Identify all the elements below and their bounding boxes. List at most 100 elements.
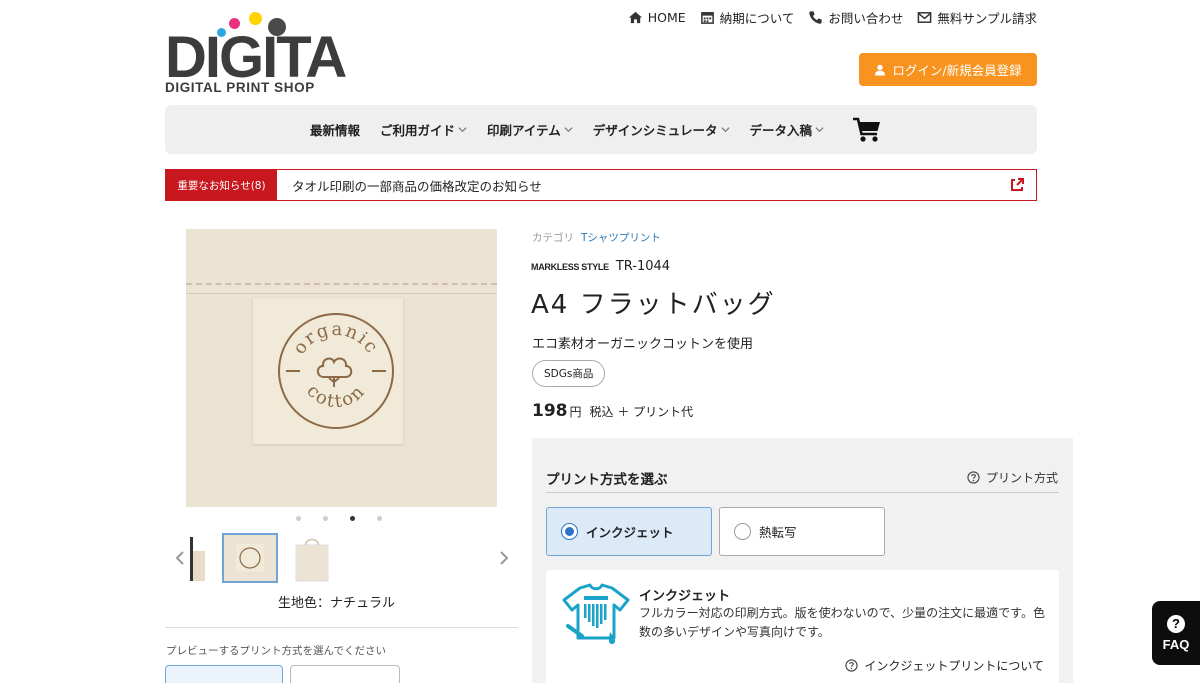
print-option-inkjet[interactable]: インクジェット (546, 507, 712, 556)
gallery-dot[interactable] (296, 516, 301, 521)
main-nav: 最新情報 ご利用ガイド 印刷アイテム デザインシミュレータ データ入稿 (165, 105, 1037, 154)
brand-name: MARKLESS STYLE (531, 262, 609, 272)
nav-guide[interactable]: ご利用ガイド (380, 120, 467, 139)
product-price: 198 円 税込 ＋ プリント代 (532, 401, 693, 421)
notice-tag: 重要なお知らせ(8) (166, 170, 277, 200)
inkjet-tshirt-icon (562, 583, 630, 644)
question-circle-icon (967, 471, 980, 484)
preview-option-heat-transfer[interactable] (290, 665, 400, 683)
bag-fold (186, 293, 497, 294)
question-circle-icon (845, 659, 858, 672)
nav-delivery[interactable]: 納期について (700, 8, 795, 26)
sdgs-badge: SDGs商品 (532, 360, 606, 387)
nav-sample[interactable]: 無料サンプル請求 (917, 8, 1037, 26)
nav-news-label: 最新情報 (309, 123, 360, 138)
nav-simulator[interactable]: デザインシミュレータ (593, 120, 730, 139)
nav-home-label: HOME (647, 9, 686, 25)
nav-data-submit[interactable]: データ入稿 (750, 120, 825, 139)
breadcrumb-category: カテゴリ Tシャツプリント (532, 230, 661, 245)
print-method-panel: プリント方式を選ぶ プリント方式 インクジェット 熱転写 インクジェット フルカ… (532, 438, 1073, 683)
panel-divider (546, 492, 1059, 493)
nav-contact-label: お問い合わせ (828, 10, 904, 26)
nav-news[interactable]: 最新情報 (310, 120, 360, 139)
thumbnail-1[interactable] (186, 533, 216, 583)
bag-side-thumb (190, 537, 205, 581)
home-icon (628, 11, 642, 23)
print-option-heat-transfer[interactable]: 熱転写 (719, 507, 885, 556)
product-title: A4 フラットバッグ (531, 290, 776, 320)
print-method-info-card: インクジェット フルカラー対応の印刷方式。版を使わないので、少量の注文に最適です… (546, 570, 1059, 683)
cart-icon[interactable] (852, 117, 882, 143)
product-code: TR-1044 (615, 259, 671, 274)
stamp-text-bottom: cotton (302, 380, 369, 412)
chevron-down-icon (721, 127, 730, 133)
logo-dot-yellow (249, 12, 262, 25)
price-value: 198 (532, 401, 568, 421)
nav-items[interactable]: 印刷アイテム (487, 120, 573, 139)
radio-selected[interactable] (561, 523, 578, 540)
nav-items-label: 印刷アイテム (486, 123, 561, 138)
print-method-help-label: プリント方式 (985, 471, 1058, 485)
print-method-help-link[interactable]: プリント方式 (967, 469, 1058, 486)
preview-option-inkjet[interactable] (165, 665, 283, 683)
chevron-right-icon[interactable] (498, 550, 510, 566)
logo-tagline: DIGITAL PRINT SHOP (165, 80, 315, 95)
faq-button[interactable]: ? FAQ (1152, 601, 1200, 665)
category-link[interactable]: Tシャツプリント (581, 230, 661, 245)
info-body: フルカラー対応の印刷方式。版を使わないので、少量の注文に最適です。色数の多いデザ… (639, 606, 1045, 639)
phone-icon (809, 10, 822, 24)
product-brand-row: MARKLESS STYLE TR-1044 (531, 259, 670, 274)
preview-method-prompt: プレビューするプリント方式を選んでください (166, 645, 386, 657)
chevron-down-icon (458, 127, 467, 133)
nav-home[interactable]: HOME (628, 8, 686, 26)
label-thumb (224, 535, 276, 581)
thumbnail-3[interactable] (288, 533, 336, 583)
notice-message[interactable]: タオル印刷の一部商品の価格改定のお知らせ (292, 176, 1009, 195)
price-note: 税込 ＋ プリント代 (589, 405, 694, 419)
nav-contact[interactable]: お問い合わせ (808, 8, 903, 26)
nav-guide-label: ご利用ガイド (379, 123, 455, 138)
utility-nav: HOME 納期について お問い合わせ 無料サンプル請求 (628, 8, 1037, 26)
login-register-label: ログイン/新規会員登録 (892, 63, 1022, 78)
login-register-button[interactable]: ログイン/新規会員登録 (859, 53, 1037, 86)
user-icon (875, 64, 886, 75)
chevron-down-icon (815, 127, 824, 133)
thumbnail-carousel (170, 530, 515, 588)
product-main-image[interactable]: organic cotton (186, 229, 497, 507)
cotton-flower-icon (316, 357, 353, 387)
gallery-dot[interactable] (377, 516, 382, 521)
bag-seam (186, 283, 497, 285)
site-logo[interactable]: DIGITA DIGITAL PRINT SHOP (165, 10, 355, 98)
print-option-heat-transfer-label: 熱転写 (759, 525, 797, 540)
organic-cotton-stamp: organic cotton (278, 313, 394, 429)
nav-data-submit-label: データ入稿 (749, 123, 813, 138)
inkjet-about-link[interactable]: インクジェットプリントについて (845, 657, 1044, 674)
thumbnail-2-selected[interactable] (222, 533, 278, 583)
bag-front-thumb (295, 538, 329, 582)
divider (165, 627, 518, 628)
print-option-inkjet-label: インクジェット (586, 525, 674, 540)
gallery-dot[interactable] (323, 516, 328, 521)
calendar-icon (700, 11, 714, 24)
price-unit: 円 (569, 405, 582, 419)
category-label: カテゴリ (532, 232, 574, 244)
chevron-down-icon (564, 127, 573, 133)
gallery-dot-active[interactable] (350, 516, 355, 521)
info-title: インクジェット (639, 589, 731, 604)
radio-unselected[interactable] (734, 523, 751, 540)
mail-icon (918, 11, 932, 23)
gallery-pagination (296, 516, 382, 521)
fabric-color-label: 生地色：ナチュラル (278, 596, 396, 611)
question-icon: ? (1167, 614, 1185, 633)
faq-label: FAQ (1162, 636, 1190, 652)
nav-simulator-label: デザインシミュレータ (592, 123, 718, 138)
print-method-heading: プリント方式を選ぶ (546, 472, 668, 488)
nav-delivery-label: 納期について (719, 10, 795, 26)
nav-sample-label: 無料サンプル請求 (937, 10, 1037, 26)
product-description: エコ素材オーガニックコットンを使用 (532, 337, 754, 352)
inkjet-about-label: インクジェットプリントについて (864, 659, 1044, 673)
logo-word: DIGITA (165, 25, 347, 90)
important-notice-bar[interactable]: 重要なお知らせ(8) タオル印刷の一部商品の価格改定のお知らせ (165, 169, 1037, 201)
external-link-icon[interactable] (1009, 177, 1025, 193)
chevron-left-icon[interactable] (174, 550, 186, 566)
